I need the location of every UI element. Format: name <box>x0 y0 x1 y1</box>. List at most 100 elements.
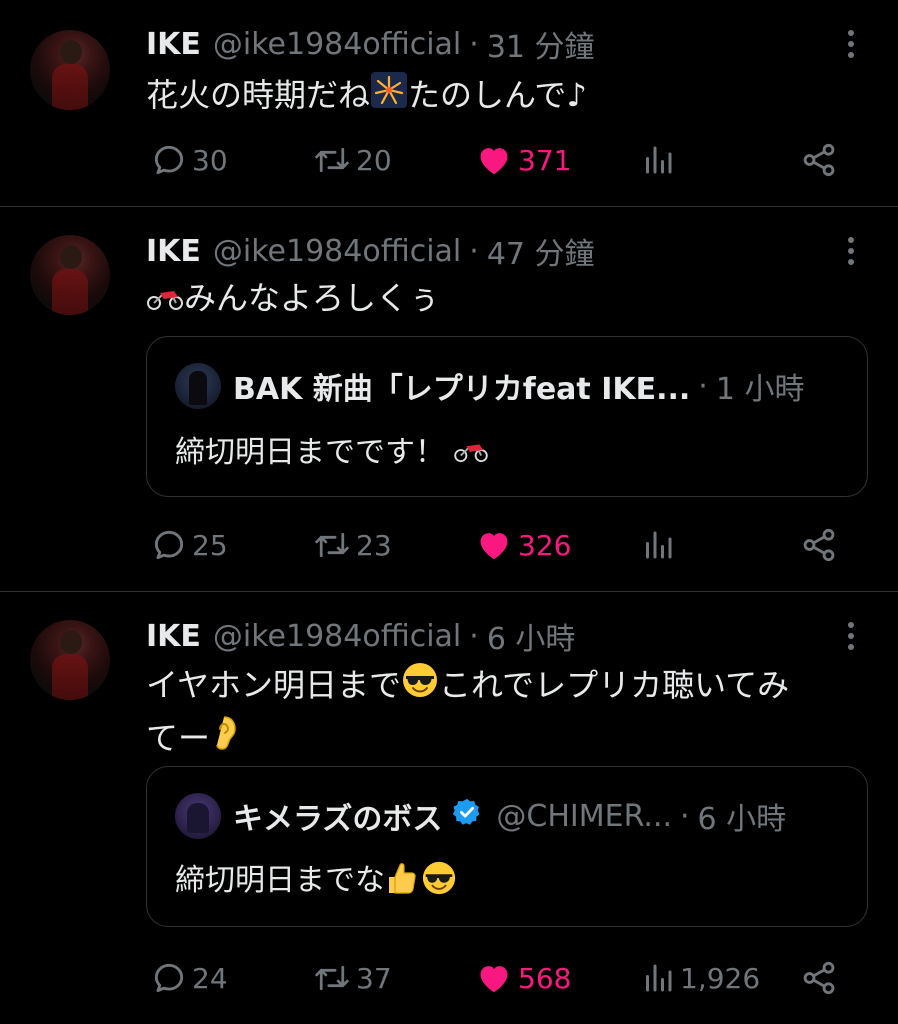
tweet-header: IKE @ike1984official · 47 分鐘 <box>146 229 595 273</box>
author-name[interactable]: IKE <box>146 27 201 62</box>
quoted-text: 締切明日までです！ <box>175 435 445 470</box>
share-icon <box>803 528 835 562</box>
sunglasses-emoji-icon <box>401 661 439 713</box>
heart-icon <box>480 533 508 560</box>
author-name[interactable]: IKE <box>146 619 201 654</box>
thumbs-up-emoji-icon <box>385 861 417 903</box>
action-bar: 25 23 326 <box>0 521 898 569</box>
more-icon[interactable] <box>838 231 864 271</box>
reply-button[interactable]: 24 <box>150 954 228 1002</box>
tweet-text: みんなよろしくぅ <box>146 273 846 325</box>
separator-dot: · <box>679 798 690 834</box>
timestamp[interactable]: 31 分鐘 <box>487 22 595 66</box>
timestamp[interactable]: 6 小時 <box>487 614 576 658</box>
tweet-text: 花火の時期だね たのしんで♪ <box>146 70 846 123</box>
quoted-avatar[interactable] <box>175 363 221 409</box>
retweet-button[interactable]: 37 <box>312 954 392 1002</box>
like-button[interactable]: 568 <box>474 954 571 1002</box>
tweet-1[interactable]: IKE @ike1984official · 31 分鐘 花火の時期だね たのしん… <box>0 0 898 206</box>
like-count: 568 <box>518 961 572 995</box>
share-icon <box>803 143 835 177</box>
retweet-count: 37 <box>356 961 392 995</box>
author-handle[interactable]: @ike1984official <box>213 619 461 654</box>
timestamp[interactable]: 47 分鐘 <box>487 229 595 273</box>
heart-icon <box>480 966 508 993</box>
quoted-author-handle[interactable]: @CHIMER... <box>496 799 672 834</box>
retweet-icon <box>315 532 349 558</box>
views-button[interactable] <box>640 521 680 569</box>
quoted-tweet[interactable]: BAK 新曲「レプリカfeat IKE... · 1 小時 締切明日までです！ <box>146 336 868 497</box>
like-count: 371 <box>518 143 572 177</box>
views-button[interactable]: 1,926 <box>640 954 760 1002</box>
quoted-tweet-text: 締切明日までな <box>175 855 457 904</box>
avatar[interactable] <box>30 620 110 700</box>
author-name[interactable]: IKE <box>146 234 201 269</box>
motorcycle-emoji-icon <box>453 436 489 471</box>
tweet-text: イヤホン明日まで これでレプリカ聴いてみてー <box>146 660 846 766</box>
motorcycle-emoji-icon <box>146 275 184 325</box>
like-count: 326 <box>518 528 572 562</box>
retweet-count: 20 <box>356 143 392 177</box>
retweet-button[interactable]: 23 <box>312 521 392 569</box>
action-bar: 30 20 371 <box>0 136 898 184</box>
tweet-text-part: たのしんで♪ <box>408 76 587 114</box>
more-icon[interactable] <box>838 616 864 656</box>
author-handle[interactable]: @ike1984official <box>213 234 461 269</box>
quoted-tweet-text: 締切明日までです！ <box>175 427 489 471</box>
ear-emoji-icon <box>210 714 238 766</box>
verified-badge-icon <box>452 797 482 835</box>
reply-button[interactable]: 25 <box>150 521 228 569</box>
tweet-text-part: みんなよろしくぅ <box>184 279 441 317</box>
avatar[interactable] <box>30 235 110 315</box>
views-icon <box>646 146 672 174</box>
tweet-2[interactable]: IKE @ike1984official · 47 分鐘 みんなよろしくぅ BA… <box>0 207 898 590</box>
author-handle[interactable]: @ike1984official <box>213 27 461 62</box>
tweet-text-part: 花火の時期だね <box>146 76 371 114</box>
reply-icon <box>154 963 184 993</box>
views-icon <box>646 964 672 992</box>
tweet-text-part: てー <box>146 719 211 757</box>
quoted-text: 締切明日までな <box>175 863 385 898</box>
reply-icon <box>154 530 184 560</box>
reply-count: 24 <box>192 961 228 995</box>
reply-count: 30 <box>192 143 228 177</box>
quoted-author-name[interactable]: キメラズのボス <box>233 794 442 838</box>
heart-icon <box>480 148 508 175</box>
separator-dot: · <box>698 368 708 404</box>
quoted-tweet-header: キメラズのボス @CHIMER... · 6 小時 <box>175 793 786 839</box>
separator-dot: · <box>469 233 479 269</box>
quoted-tweet-header: BAK 新曲「レプリカfeat IKE... · 1 小時 <box>175 363 804 409</box>
separator-dot: · <box>469 26 479 62</box>
retweet-icon <box>315 147 349 173</box>
action-bar: 24 37 568 1,926 <box>0 954 898 1002</box>
tweet-3[interactable]: IKE @ike1984official · 6 小時 イヤホン明日まで これでレ… <box>0 592 898 1024</box>
quoted-tweet[interactable]: キメラズのボス @CHIMER... · 6 小時 締切明日までな <box>146 766 868 927</box>
views-count: 1,926 <box>680 961 761 995</box>
retweet-button[interactable]: 20 <box>312 136 392 184</box>
quoted-timestamp[interactable]: 6 小時 <box>698 794 787 838</box>
share-button[interactable] <box>800 136 838 184</box>
fireworks-emoji-icon <box>370 71 408 123</box>
views-icon <box>646 531 672 559</box>
views-button[interactable] <box>640 136 680 184</box>
reply-icon <box>154 145 184 175</box>
retweet-count: 23 <box>356 528 392 562</box>
quoted-author-name[interactable]: BAK 新曲「レプリカfeat IKE... <box>233 364 690 408</box>
avatar[interactable] <box>30 30 110 110</box>
sunglasses-emoji-icon <box>421 860 457 904</box>
tweet-text-part: これでレプリカ聴いてみ <box>439 666 790 704</box>
quoted-timestamp[interactable]: 1 小時 <box>716 364 805 408</box>
share-button[interactable] <box>800 521 838 569</box>
more-icon[interactable] <box>838 24 864 64</box>
like-button[interactable]: 326 <box>474 521 571 569</box>
separator-dot: · <box>469 618 479 654</box>
like-button[interactable]: 371 <box>474 136 571 184</box>
reply-count: 25 <box>192 528 228 562</box>
share-icon <box>803 961 835 995</box>
retweet-icon <box>315 965 349 991</box>
share-button[interactable] <box>800 954 838 1002</box>
tweet-text-part: イヤホン明日まで <box>146 666 402 704</box>
tweet-header: IKE @ike1984official · 6 小時 <box>146 614 576 658</box>
quoted-avatar[interactable] <box>175 793 221 839</box>
reply-button[interactable]: 30 <box>150 136 228 184</box>
